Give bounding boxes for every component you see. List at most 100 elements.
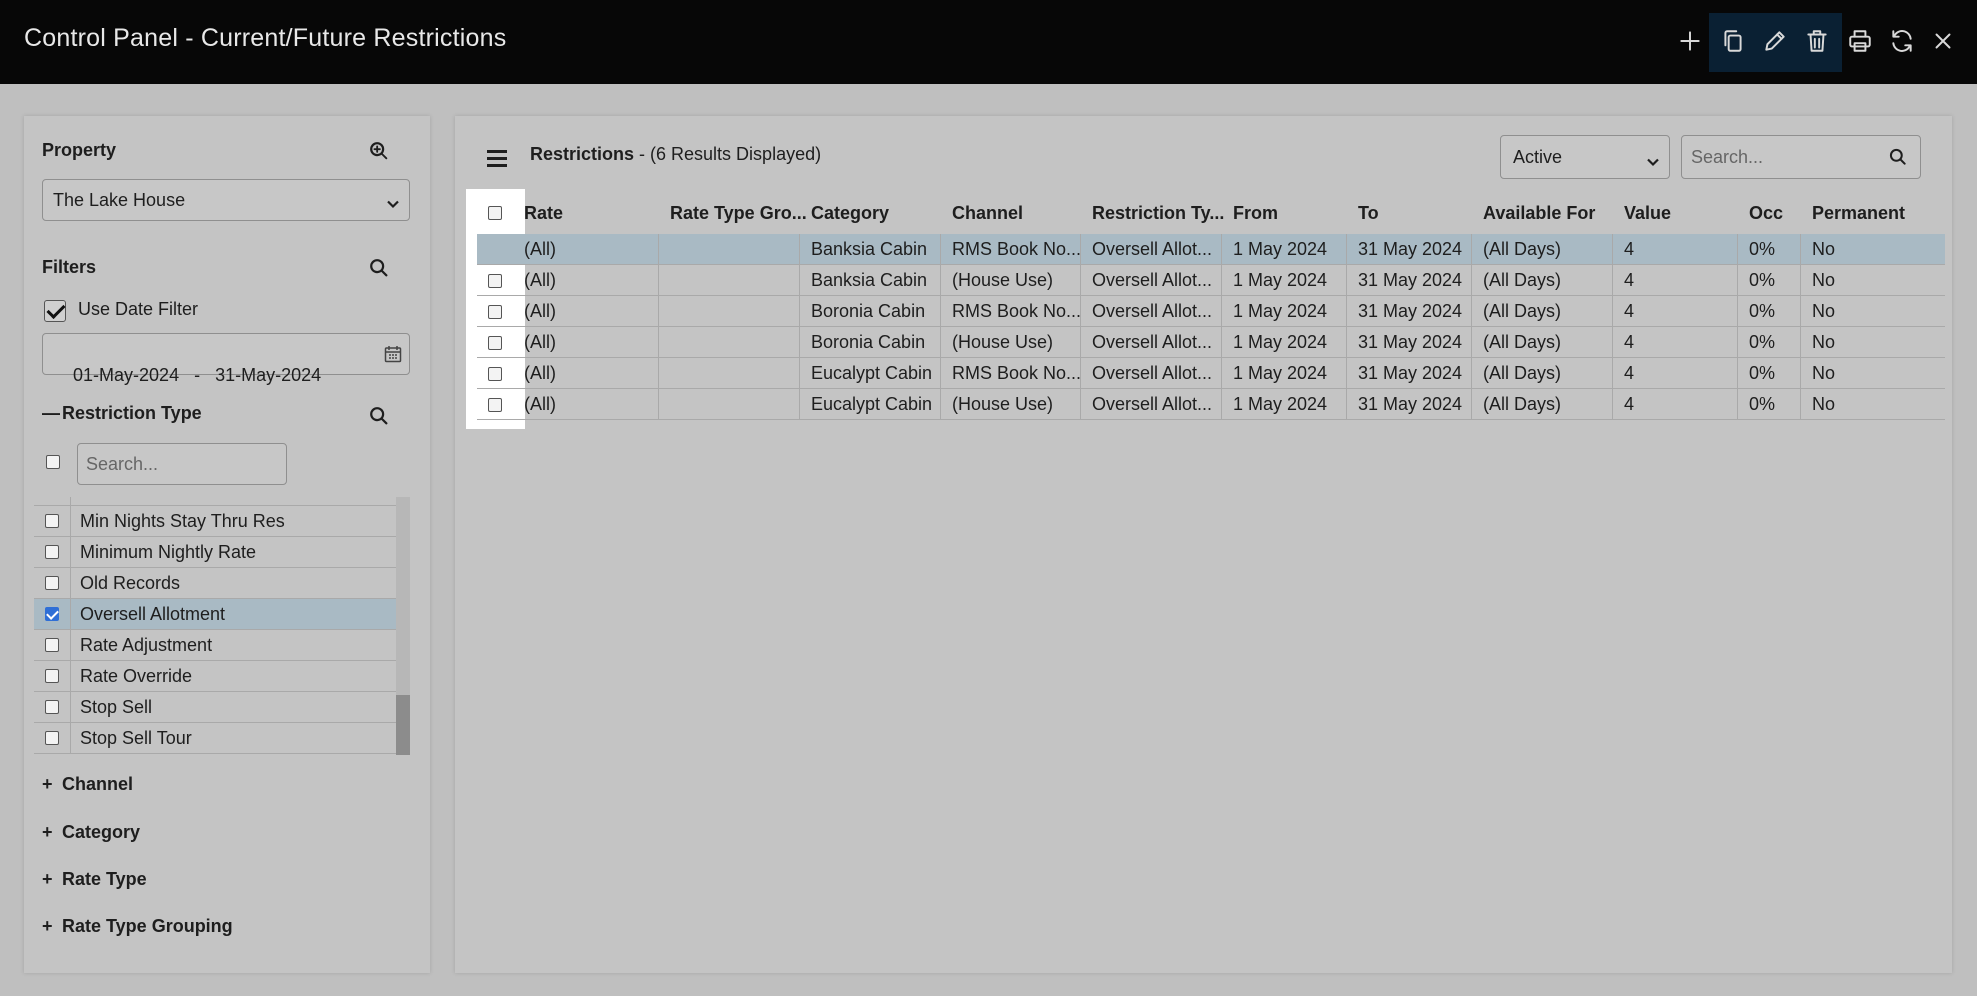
restrictions-search-input[interactable]: Search... [1681,135,1921,179]
row-divider [70,537,71,568]
calendar-icon[interactable] [383,344,403,364]
copy-button[interactable] [1713,21,1753,61]
print-icon [1849,30,1871,52]
cell-divider [1612,389,1613,420]
select-all-rows-checkbox[interactable] [488,206,502,220]
list-item[interactable]: Rate Override [34,661,396,692]
table-cell: (All) [524,363,556,383]
cell-divider [1612,234,1613,265]
print-button[interactable] [1840,21,1880,61]
column-header[interactable]: Restriction Ty... [1092,203,1224,224]
refresh-button[interactable] [1882,21,1922,61]
list-item[interactable]: Oversell Allotment [34,599,396,630]
table-row[interactable]: (All) Eucalypt Cabin (House Use) Oversell A… [477,389,1945,420]
row-divider [70,599,71,630]
window-title: Control Panel - Current/Future Restricti… [24,24,507,52]
column-header[interactable]: Available For [1483,203,1595,224]
table-row[interactable]: (All) Boronia Cabin RMS Book No... Oversell… [477,296,1945,327]
table-cell: Oversell Allot... [1092,332,1213,352]
cell-divider [1612,296,1613,327]
cell-divider [799,234,800,265]
scrollbar-thumb[interactable] [396,695,410,755]
cell-divider [1471,265,1472,296]
cell-divider [799,389,800,420]
cell-divider [658,327,659,358]
edit-button[interactable] [1755,21,1795,61]
table-cell: 1 May 2024 [1233,301,1328,321]
restriction-type-checkbox[interactable] [45,700,59,714]
list-item[interactable]: Rate Adjustment [34,630,396,661]
section-category[interactable]: + Category [42,822,140,843]
cell-divider [1221,234,1222,265]
table-cell: Banksia Cabin [811,239,928,259]
restriction-type-checkbox[interactable] [45,638,59,652]
property-select[interactable]: The Lake House [42,179,410,221]
filters-search-button[interactable] [366,255,392,281]
restriction-type-checkbox[interactable] [45,731,59,745]
column-header[interactable]: From [1233,203,1278,224]
table-row[interactable]: (All) Boronia Cabin (House Use) Oversell Al… [477,327,1945,358]
restriction-type-header[interactable]: — Restriction Type [42,403,202,424]
cell-divider [1221,296,1222,327]
search-icon [370,407,388,425]
use-date-filter-checkbox[interactable] [44,300,66,322]
section-rate-type-grouping[interactable]: + Rate Type Grouping [42,916,233,937]
table-cell: 1 May 2024 [1233,332,1328,352]
cell-divider [799,327,800,358]
column-header[interactable]: Channel [952,203,1023,224]
restriction-search-input[interactable]: Search... [77,443,287,485]
table-cell: 31 May 2024 [1358,301,1463,321]
list-item[interactable]: Minimum Nightly Rate [34,537,396,568]
restriction-type-checkbox[interactable] [45,607,59,621]
table-cell: (All) [524,270,556,290]
column-header[interactable]: Occ [1749,203,1783,224]
restriction-type-checkbox[interactable] [45,669,59,683]
column-header[interactable]: Rate Type Gro... [670,203,807,224]
table-row[interactable]: (All) Banksia Cabin (House Use) Oversell Al… [477,265,1945,296]
table-cell: 0% [1749,270,1776,290]
list-item[interactable]: Min Nights Stay Thru Res [34,506,396,537]
table-row[interactable]: (All) Eucalypt Cabin RMS Book No... Oversel… [477,358,1945,389]
table-cell: (House Use) [952,394,1054,414]
add-button[interactable] [1670,21,1710,61]
cell-divider [1612,327,1613,358]
close-button[interactable] [1923,21,1963,61]
menu-icon[interactable] [487,148,509,168]
restriction-list-scrollbar[interactable] [396,497,410,755]
table-cell: Oversell Allot... [1092,270,1213,290]
date-range-field[interactable]: 01-May-2024 - 31-May-2024 [42,333,410,385]
section-channel[interactable]: + Channel [42,774,133,795]
status-filter-select[interactable]: Active [1500,135,1670,179]
table-cell: 4 [1624,301,1635,321]
column-header[interactable]: Rate [524,203,563,224]
section-rate-type[interactable]: + Rate Type [42,869,147,890]
list-item[interactable]: Old Records [34,568,396,599]
cell-divider [1737,296,1738,327]
cell-divider [1800,327,1801,358]
search-icon[interactable] [1888,147,1908,167]
restriction-type-checkbox[interactable] [45,576,59,590]
table-cell: 0% [1749,363,1776,383]
table-cell: (All Days) [1483,332,1562,352]
restriction-type-checkbox[interactable] [45,545,59,559]
column-header[interactable]: Category [811,203,889,224]
column-header[interactable]: Permanent [1812,203,1905,224]
restriction-type-checkbox[interactable] [45,514,59,528]
table-cell: (All) [524,394,556,414]
select-all-restriction-checkbox[interactable] [46,455,60,469]
column-header[interactable]: Value [1624,203,1671,224]
cell-divider [1612,358,1613,389]
table-cell: (All) [524,332,556,352]
list-item[interactable]: Stop Sell Tour [34,723,396,754]
table-row[interactable]: (All) Banksia Cabin RMS Book No... Oversell… [477,234,1945,265]
use-date-filter-label: Use Date Filter [78,299,199,319]
delete-button[interactable] [1797,21,1837,61]
restriction-type-label: Old Records [80,573,181,593]
zoom-in-button[interactable] [366,138,392,164]
restriction-search-button[interactable] [366,403,392,429]
table-cell: (House Use) [952,270,1054,290]
title-bar: Control Panel - Current/Future Restricti… [0,0,1977,84]
column-header[interactable]: To [1358,203,1379,224]
list-item[interactable]: Stop Sell [34,692,396,723]
table-cell: Eucalypt Cabin [811,394,933,414]
